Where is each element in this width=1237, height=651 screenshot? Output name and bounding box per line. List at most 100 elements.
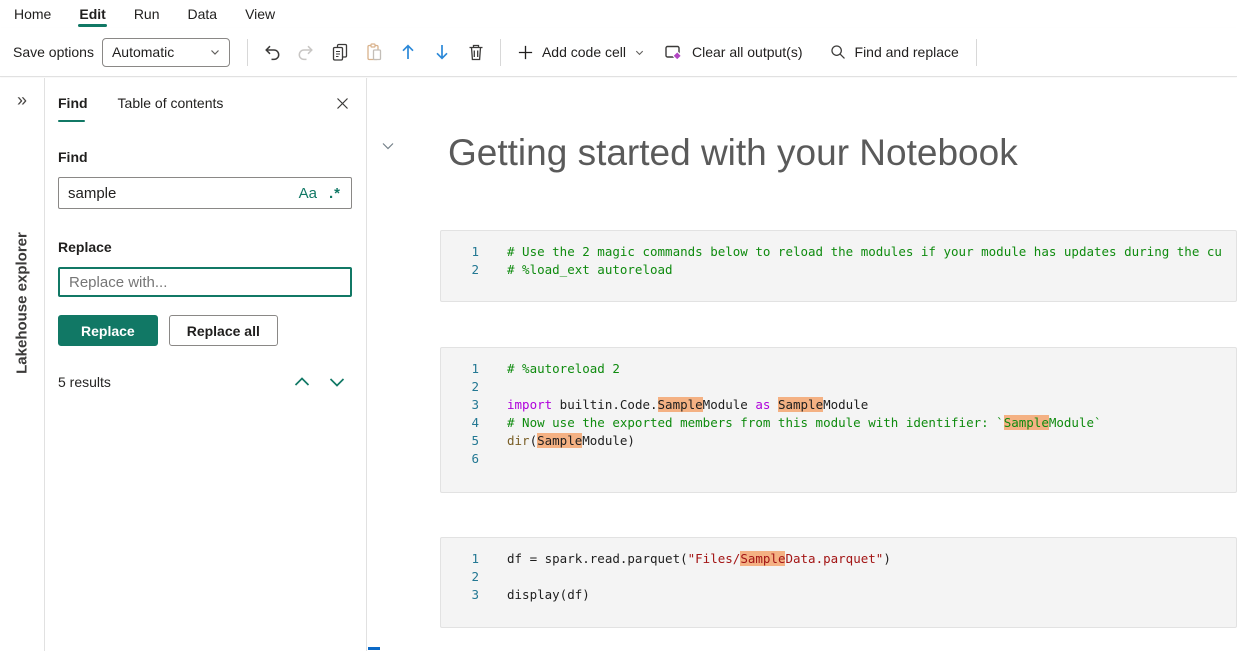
trash-icon: [466, 42, 486, 62]
tab-find[interactable]: Find: [58, 95, 88, 122]
toolbar: Save options Automatic Add code cell Cle…: [0, 28, 1237, 77]
code-segment: dir: [507, 433, 530, 448]
horizontal-scrollbar-thumb[interactable]: [368, 647, 380, 650]
chevron-down-icon: [327, 372, 347, 392]
find-input-wrap: Aa .*: [58, 177, 352, 209]
clear-all-outputs-label: Clear all output(s): [692, 44, 803, 60]
code-segment: (: [530, 433, 538, 448]
menu-item-data[interactable]: Data: [186, 3, 220, 25]
redo-button[interactable]: [289, 35, 323, 69]
code-line: 2# %load_ext autoreload: [441, 261, 1236, 279]
close-panel-button[interactable]: [332, 93, 352, 113]
chevron-down-icon: [634, 47, 645, 58]
lakehouse-explorer-title[interactable]: Lakehouse explorer: [14, 232, 31, 374]
code-segment: Module): [582, 433, 635, 448]
redo-icon: [296, 42, 316, 62]
find-panel: Find Table of contents Find Aa .* Replac…: [45, 78, 367, 651]
code-segment: builtin.Code.: [552, 397, 657, 412]
find-and-replace-button[interactable]: Find and replace: [820, 35, 968, 69]
line-number: 4: [441, 414, 479, 432]
code-segment: as: [755, 397, 770, 412]
code-segment: Module`: [1049, 415, 1102, 430]
delete-cell-button[interactable]: [459, 35, 493, 69]
find-match-highlight: Sample: [740, 551, 785, 566]
previous-result-button[interactable]: [291, 371, 313, 393]
find-input[interactable]: [68, 185, 287, 202]
tab-table-of-contents[interactable]: Table of contents: [118, 95, 224, 122]
line-number: 3: [441, 396, 479, 414]
results-row: 5 results: [58, 371, 352, 393]
code-line: 4 # Now use the exported members from thi…: [441, 414, 1236, 432]
next-result-button[interactable]: [326, 371, 348, 393]
match-case-icon[interactable]: Aa: [299, 185, 317, 202]
move-cell-down-button[interactable]: [425, 35, 459, 69]
code-line: 1 # %autoreload 2: [441, 360, 1236, 378]
code-segment: [770, 397, 778, 412]
close-icon: [335, 96, 350, 111]
code-cell[interactable]: 1df = spark.read.parquet("Files/SampleDa…: [440, 537, 1237, 628]
lakehouse-explorer-rail: » Lakehouse explorer: [0, 78, 45, 651]
expand-pane-icon[interactable]: »: [17, 90, 27, 111]
code-line: 5dir(SampleModule): [441, 432, 1236, 450]
paste-icon: [364, 42, 384, 62]
save-mode-dropdown[interactable]: Automatic: [102, 38, 230, 67]
clear-all-outputs-button[interactable]: Clear all output(s): [654, 35, 812, 69]
move-cell-up-button[interactable]: [391, 35, 425, 69]
code-text: # %load_ext autoreload: [507, 261, 673, 279]
menu-bar: Home Edit Run Data View: [0, 0, 1237, 28]
menu-item-home[interactable]: Home: [12, 3, 53, 25]
paste-button[interactable]: [357, 35, 391, 69]
clear-outputs-icon: [663, 42, 684, 63]
replace-button[interactable]: Replace: [58, 315, 158, 346]
code-segment: # %autoreload 2: [507, 361, 620, 376]
regex-icon[interactable]: .*: [329, 185, 341, 202]
find-match-highlight: Sample: [1004, 415, 1049, 430]
cells: 1 # Use the 2 magic commands below to rel…: [440, 230, 1237, 628]
line-number: 1: [441, 360, 479, 378]
notebook-title[interactable]: Getting started with your Notebook: [448, 132, 1018, 174]
toolbar-divider: [976, 39, 977, 66]
menu-item-view[interactable]: View: [243, 3, 277, 25]
code-text: display(df): [507, 586, 590, 604]
find-label: Find: [58, 149, 352, 165]
save-mode-value: Automatic: [112, 44, 174, 60]
add-code-cell-button[interactable]: Add code cell: [508, 35, 654, 69]
find-match-highlight: Sample: [537, 433, 582, 448]
find-match-highlight: Sample: [778, 397, 823, 412]
replace-input-wrap: [58, 267, 352, 297]
collapse-section-button[interactable]: [380, 138, 396, 154]
copy-button[interactable]: [323, 35, 357, 69]
code-text: dir(SampleModule): [507, 432, 635, 450]
code-text: # Now use the exported members from this…: [507, 414, 1102, 432]
code-line: 1# Use the 2 magic commands below to rel…: [441, 243, 1236, 261]
code-segment: # %load_ext autoreload: [507, 262, 673, 277]
code-text: # Use the 2 magic commands below to relo…: [507, 243, 1222, 261]
chevron-down-icon: [209, 46, 221, 58]
search-icon: [829, 43, 847, 61]
code-cell[interactable]: 1# %autoreload 223import builtin.Code.Sa…: [440, 347, 1237, 493]
chevron-down-icon: [380, 138, 396, 154]
notebook-content: Getting started with your Notebook 1 # Us…: [368, 78, 1237, 651]
replace-input[interactable]: [69, 274, 340, 291]
code-segment: Data.parquet": [785, 551, 883, 566]
code-text: # %autoreload 2: [507, 360, 620, 378]
code-line: 2: [441, 568, 1236, 586]
undo-button[interactable]: [255, 35, 289, 69]
code-segment: ): [883, 551, 891, 566]
undo-icon: [262, 42, 282, 62]
menu-item-edit[interactable]: Edit: [77, 3, 107, 25]
code-segment: df = spark.read.parquet(: [507, 551, 688, 566]
code-segment: Module: [823, 397, 868, 412]
add-code-cell-label: Add code cell: [542, 44, 626, 60]
line-number: 1: [441, 550, 479, 568]
replace-all-button[interactable]: Replace all: [169, 315, 278, 346]
copy-icon: [330, 42, 350, 62]
plus-icon: [517, 44, 534, 61]
code-line: 6: [441, 450, 1236, 468]
code-cell[interactable]: 1# Use the 2 magic commands below to rel…: [440, 230, 1237, 302]
menu-item-run[interactable]: Run: [132, 3, 162, 25]
line-number: 2: [441, 568, 479, 586]
replace-buttons-row: Replace Replace all: [58, 315, 352, 346]
code-segment: Module: [703, 397, 756, 412]
code-segment: display(df): [507, 587, 590, 602]
